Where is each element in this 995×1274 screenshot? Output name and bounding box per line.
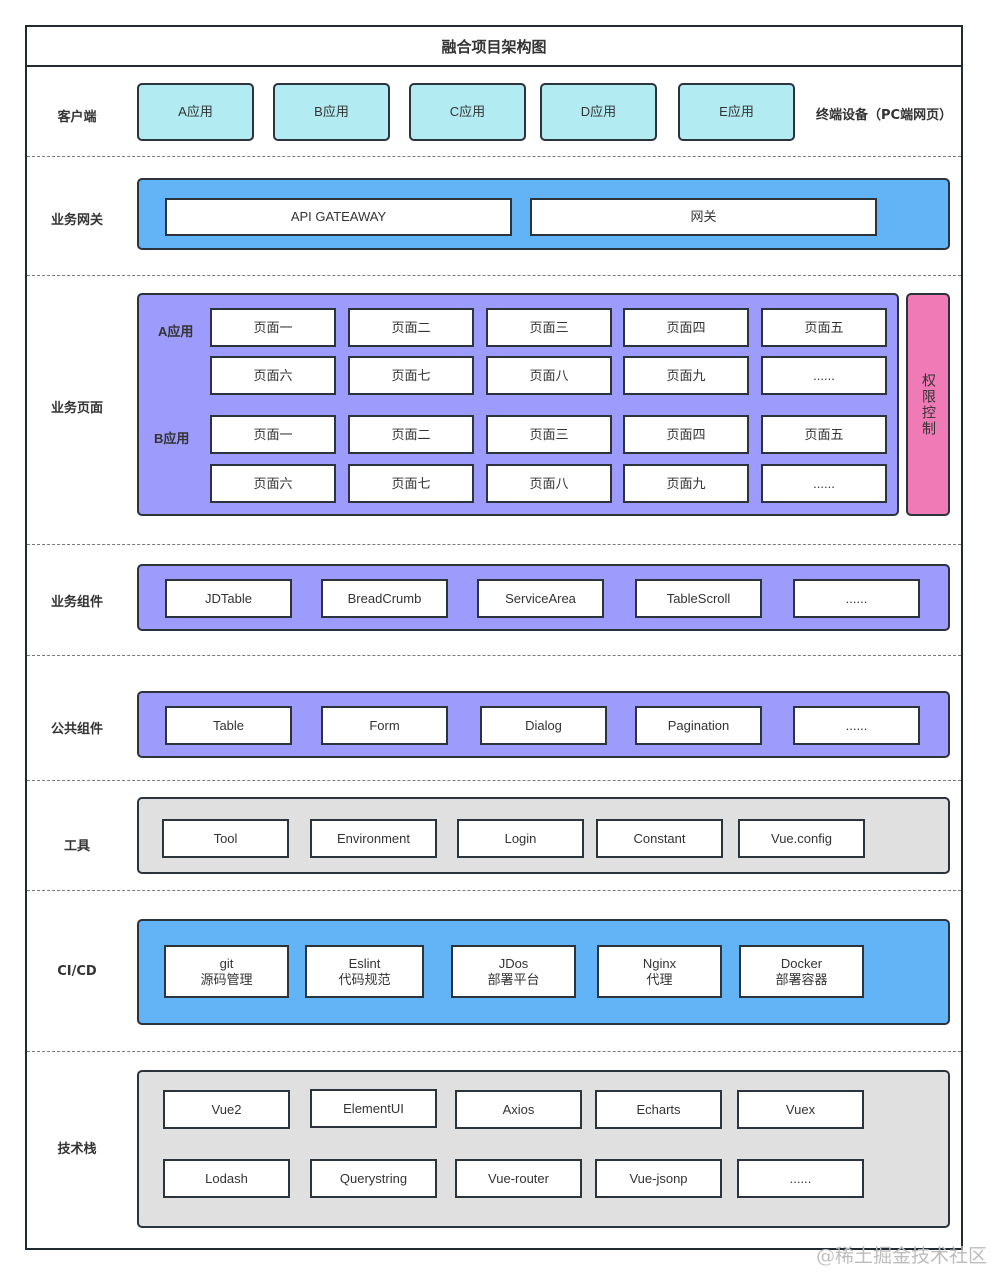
page-item: 页面五 [761,308,887,347]
stack-item: Vuex [737,1090,864,1129]
layer-divider [27,156,961,157]
layer-divider [27,890,961,891]
tool-item: Login [457,819,584,858]
stack-item: Querystring [310,1159,437,1198]
permission-control-label: 权限控制 [920,372,936,437]
tool-item: Tool [162,819,289,858]
client-app-d: D应用 [540,83,657,141]
layer-label-client: 客户端 [57,110,97,125]
layer-label-gateway: 业务网关 [50,213,103,228]
stack-panel: Vue2 ElementUI Axios Echarts Vuex Lodash… [137,1070,950,1228]
cicd-item-jdos: JDos 部署平台 [451,945,576,998]
page-item: 页面三 [486,308,612,347]
client-app-a: A应用 [137,83,254,141]
stack-item: Vue-router [455,1159,582,1198]
page-item: 页面一 [210,308,336,347]
page-item: ...... [761,464,887,503]
layer-divider [27,655,961,656]
page-item: 页面六 [210,464,336,503]
page-item: ...... [761,356,887,395]
cicd-item-name: JDos [498,955,529,971]
biz-component-item: BreadCrumb [321,579,448,618]
page-item: 页面四 [623,308,749,347]
gateway-panel: API GATEAWAY 网关 [137,178,950,250]
biz-component-item: TableScroll [635,579,762,618]
layer-divider [27,275,961,276]
stack-item: Lodash [163,1159,290,1198]
layer-label-biz-components: 业务组件 [50,595,103,610]
stack-item: Echarts [595,1090,722,1129]
page-item: 页面一 [210,415,336,454]
tool-item: Vue.config [738,819,865,858]
common-component-item: ...... [793,706,920,745]
page-item: 页面九 [623,464,749,503]
cicd-item-desc: 代理 [646,971,673,987]
cicd-item-desc: 代码规范 [338,971,391,987]
layer-divider [27,544,961,545]
cicd-panel: git 源码管理 Eslint 代码规范 JDos 部署平台 Nginx 代理 … [137,919,950,1025]
cicd-item-desc: 源码管理 [200,971,253,987]
stack-item: Axios [455,1090,582,1129]
stack-item: Vue-jsonp [595,1159,722,1198]
page-item: 页面五 [761,415,887,454]
stack-item: Vue2 [163,1090,290,1129]
layer-label-pages: 业务页面 [50,401,103,416]
pages-group-b-label: B应用 [154,431,190,446]
layer-divider [27,1051,961,1052]
cicd-item-name: Nginx [642,955,677,971]
cicd-item-git: git 源码管理 [164,945,289,998]
cicd-item-desc: 部署容器 [775,971,828,987]
cicd-item-docker: Docker 部署容器 [739,945,864,998]
cicd-item-name: git [219,955,234,971]
page-item: 页面九 [623,356,749,395]
common-component-item: Table [165,706,292,745]
diagram-title: 融合项目架构图 [27,27,961,67]
page-item: 页面八 [486,464,612,503]
tool-item: Environment [310,819,437,858]
watermark: @稀土掘金技术社区 [815,1245,987,1267]
common-component-item: Pagination [635,706,762,745]
architecture-diagram: 融合项目架构图 客户端 A应用 B应用 C应用 D应用 E应用 终端设备（PC端… [25,25,963,1250]
page-item: 页面七 [348,464,474,503]
biz-component-item: ...... [793,579,920,618]
client-app-c: C应用 [409,83,526,141]
page-item: 页面三 [486,415,612,454]
page-item: 页面八 [486,356,612,395]
permission-control-panel: 权限控制 [906,293,950,516]
tool-item: Constant [596,819,723,858]
page-item: 页面七 [348,356,474,395]
tools-panel: Tool Environment Login Constant Vue.conf… [137,797,950,874]
layer-divider [27,780,961,781]
page-item: 页面二 [348,308,474,347]
client-app-b: B应用 [273,83,390,141]
page-item: 页面二 [348,415,474,454]
layer-label-stack: 技术栈 [57,1142,97,1157]
cicd-item-nginx: Nginx 代理 [597,945,722,998]
stack-item: ElementUI [310,1089,437,1128]
gateway-api: API GATEAWAY [165,198,512,236]
gateway-item: 网关 [530,198,877,236]
layer-label-cicd: CI/CD [57,964,97,979]
cicd-item-name: Eslint [348,955,381,971]
cicd-item-desc: 部署平台 [487,971,540,987]
biz-component-item: ServiceArea [477,579,604,618]
cicd-item-eslint: Eslint 代码规范 [305,945,424,998]
biz-component-item: JDTable [165,579,292,618]
client-note: 终端设备（PC端网页） [816,108,953,123]
stack-item: ...... [737,1159,864,1198]
pages-panel: A应用 B应用 页面一 页面二 页面三 页面四 页面五 页面六 页面七 页面八 页面九.....… [137,293,899,516]
page-item: 页面四 [623,415,749,454]
common-component-item: Form [321,706,448,745]
common-components-panel: Table Form Dialog Pagination ...... [137,691,950,758]
layer-label-common-components: 公共组件 [50,722,103,737]
page-item: 页面六 [210,356,336,395]
cicd-item-name: Docker [780,955,823,971]
pages-group-a-label: A应用 [158,324,194,339]
client-app-e: E应用 [678,83,795,141]
layer-label-tools: 工具 [63,839,90,854]
common-component-item: Dialog [480,706,607,745]
biz-components-panel: JDTable BreadCrumb ServiceArea TableScro… [137,564,950,631]
